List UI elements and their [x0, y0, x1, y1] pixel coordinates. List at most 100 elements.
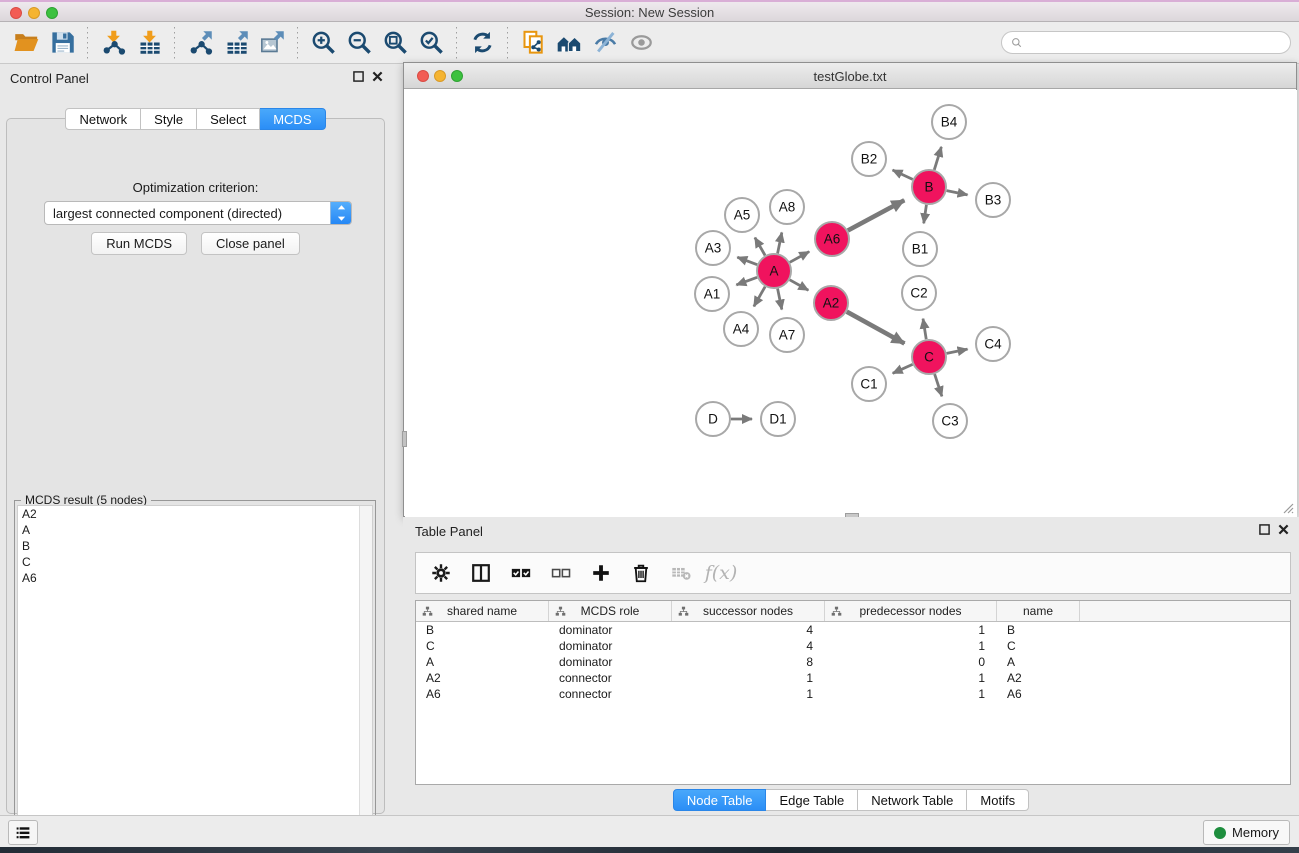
- column-header-predecessor-nodes[interactable]: predecessor nodes: [825, 601, 997, 621]
- edge-A-A2[interactable]: [790, 280, 809, 290]
- node-A4[interactable]: A4: [724, 312, 758, 346]
- show-panels-button[interactable]: [8, 820, 38, 845]
- edge-A2-C[interactable]: [847, 312, 905, 344]
- optimization-criterion-select[interactable]: largest connected component (directed): [44, 201, 352, 225]
- settings-gear-button[interactable]: [426, 558, 456, 588]
- run-mcds-button[interactable]: Run MCDS: [91, 232, 187, 255]
- cell-MCDS-role[interactable]: connector: [549, 671, 672, 685]
- cell-shared-name[interactable]: C: [416, 639, 549, 653]
- node-A[interactable]: A: [757, 254, 791, 288]
- export-table-button[interactable]: [218, 26, 254, 60]
- node-A8[interactable]: A8: [770, 190, 804, 224]
- node-A1[interactable]: A1: [695, 277, 729, 311]
- refresh-view-button[interactable]: [464, 26, 500, 60]
- column-header-MCDS-role[interactable]: MCDS role: [549, 601, 672, 621]
- mcds-result-item[interactable]: B: [18, 538, 372, 554]
- cell-successor-nodes[interactable]: 4: [672, 639, 825, 653]
- splitter-handle-left[interactable]: [402, 431, 407, 447]
- search-box[interactable]: [1001, 31, 1291, 54]
- result-list-scrollbar[interactable]: [359, 506, 372, 836]
- mcds-result-item[interactable]: A: [18, 522, 372, 538]
- cell-shared-name[interactable]: B: [416, 623, 549, 637]
- edge-B-B3[interactable]: [947, 191, 968, 195]
- cell-predecessor-nodes[interactable]: 1: [825, 687, 997, 701]
- node-A6[interactable]: A6: [815, 222, 849, 256]
- edge-B-B4[interactable]: [934, 147, 941, 170]
- tab-mcds[interactable]: MCDS: [260, 108, 325, 130]
- tab-node-table[interactable]: Node Table: [673, 789, 767, 811]
- tab-motifs[interactable]: Motifs: [967, 789, 1029, 811]
- mcds-result-item[interactable]: A2: [18, 506, 372, 522]
- edge-A-A6[interactable]: [790, 252, 809, 263]
- close-panel-icon[interactable]: [372, 71, 383, 82]
- export-image-button[interactable]: [254, 26, 290, 60]
- node-A2[interactable]: A2: [814, 286, 848, 320]
- node-C3[interactable]: C3: [933, 404, 967, 438]
- edge-A-A3[interactable]: [737, 257, 757, 264]
- delete-column-button[interactable]: [626, 558, 656, 588]
- edge-A-A8[interactable]: [778, 232, 782, 253]
- mcds-result-item[interactable]: A6: [18, 570, 372, 586]
- window-resize-grip[interactable]: [1280, 500, 1294, 514]
- cell-predecessor-nodes[interactable]: 1: [825, 639, 997, 653]
- open-session-button[interactable]: [8, 26, 44, 60]
- cell-successor-nodes[interactable]: 8: [672, 655, 825, 669]
- edge-C-C3[interactable]: [935, 374, 942, 396]
- unselect-all-columns-button[interactable]: [546, 558, 576, 588]
- cell-successor-nodes[interactable]: 1: [672, 687, 825, 701]
- cell-shared-name[interactable]: A6: [416, 687, 549, 701]
- network-graph[interactable]: B4B2BB3A8A5A6A3B1AA1C2A2A4A7C4CC1C3DD1: [405, 90, 1297, 517]
- cell-predecessor-nodes[interactable]: 0: [825, 655, 997, 669]
- zoom-out-button[interactable]: [341, 26, 377, 60]
- search-input[interactable]: [1024, 36, 1282, 50]
- table-row[interactable]: A6connector11A6: [416, 686, 1290, 702]
- edge-C-C2[interactable]: [923, 319, 926, 340]
- float-table-panel-icon[interactable]: [1259, 524, 1270, 535]
- column-header-name[interactable]: name: [997, 601, 1080, 621]
- tab-network-table[interactable]: Network Table: [858, 789, 967, 811]
- close-panel-button[interactable]: Close panel: [201, 232, 300, 255]
- cell-MCDS-role[interactable]: dominator: [549, 639, 672, 653]
- cell-shared-name[interactable]: A: [416, 655, 549, 669]
- node-A3[interactable]: A3: [696, 231, 730, 265]
- node-A7[interactable]: A7: [770, 318, 804, 352]
- edge-A-A1[interactable]: [736, 277, 757, 285]
- edge-A6-B[interactable]: [848, 200, 904, 230]
- close-table-panel-icon[interactable]: [1278, 524, 1289, 535]
- zoom-fit-button[interactable]: [377, 26, 413, 60]
- cell-successor-nodes[interactable]: 4: [672, 623, 825, 637]
- edge-C-C4[interactable]: [947, 349, 968, 353]
- import-network-button[interactable]: [95, 26, 131, 60]
- mcds-result-item[interactable]: C: [18, 554, 372, 570]
- cell-name[interactable]: A: [997, 655, 1080, 669]
- node-C[interactable]: C: [912, 340, 946, 374]
- cell-name[interactable]: A6: [997, 687, 1080, 701]
- tab-network[interactable]: Network: [65, 108, 141, 130]
- export-network-button[interactable]: [182, 26, 218, 60]
- node-A5[interactable]: A5: [725, 198, 759, 232]
- add-column-button[interactable]: [586, 558, 616, 588]
- network-canvas[interactable]: B4B2BB3A8A5A6A3B1AA1C2A2A4A7C4CC1C3DD1: [405, 90, 1297, 517]
- memory-button[interactable]: Memory: [1203, 820, 1290, 845]
- edge-A-A4[interactable]: [754, 287, 765, 307]
- column-layout-button[interactable]: [466, 558, 496, 588]
- cell-predecessor-nodes[interactable]: 1: [825, 623, 997, 637]
- node-table[interactable]: shared nameMCDS rolesuccessor nodesprede…: [415, 600, 1291, 785]
- tab-style[interactable]: Style: [141, 108, 197, 130]
- table-row[interactable]: Bdominator41B: [416, 622, 1290, 638]
- tab-edge-table[interactable]: Edge Table: [766, 789, 858, 811]
- save-session-button[interactable]: [44, 26, 80, 60]
- cell-name[interactable]: A2: [997, 671, 1080, 685]
- table-row[interactable]: Cdominator41C: [416, 638, 1290, 654]
- edge-C-C1[interactable]: [893, 364, 913, 373]
- node-B1[interactable]: B1: [903, 232, 937, 266]
- duplicate-network-button[interactable]: [515, 26, 551, 60]
- node-D1[interactable]: D1: [761, 402, 795, 436]
- node-C1[interactable]: C1: [852, 367, 886, 401]
- node-B[interactable]: B: [912, 170, 946, 204]
- table-row[interactable]: A2connector11A2: [416, 670, 1290, 686]
- edge-B-B1[interactable]: [924, 205, 927, 223]
- node-B3[interactable]: B3: [976, 183, 1010, 217]
- node-C2[interactable]: C2: [902, 276, 936, 310]
- tab-select[interactable]: Select: [197, 108, 260, 130]
